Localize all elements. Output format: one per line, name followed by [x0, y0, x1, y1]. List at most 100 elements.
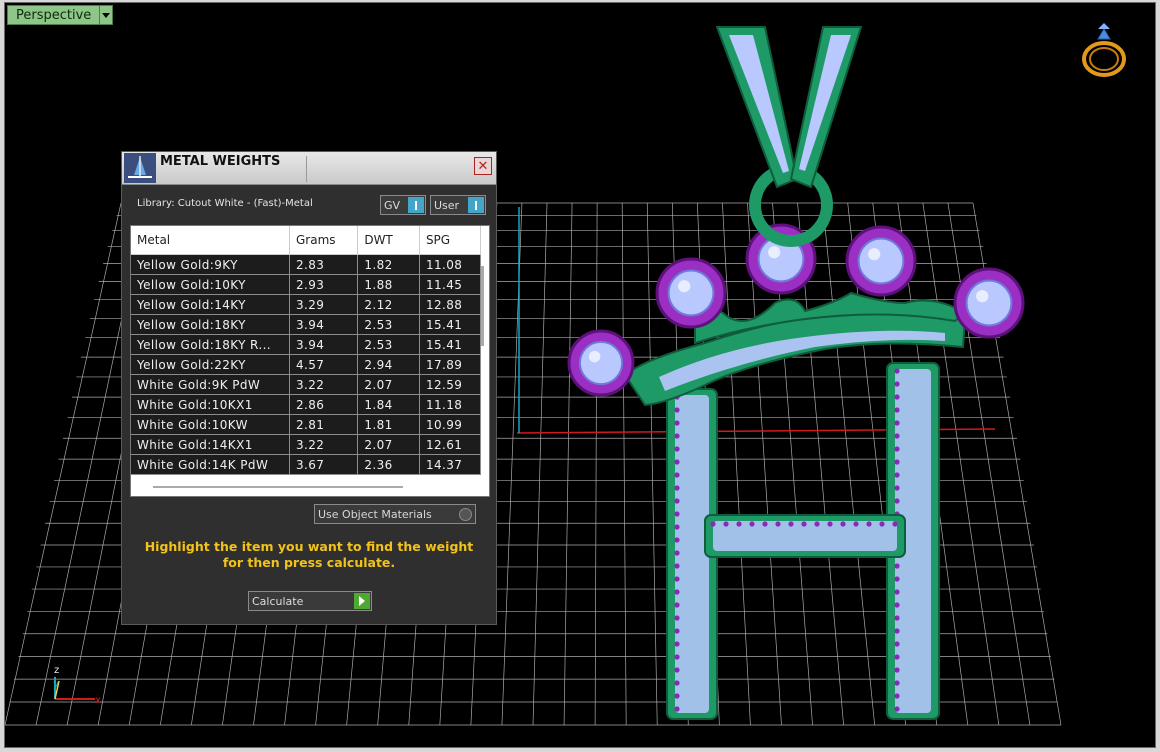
table-row[interactable]: White Gold:14K PdW 3.67 2.36 14.37 [131, 454, 482, 475]
column-header-metal[interactable]: Metal [131, 226, 290, 255]
prong [894, 576, 900, 582]
gem-highlight [768, 246, 781, 259]
calculate-button[interactable]: Calculate [248, 591, 372, 611]
prong [674, 589, 680, 595]
prong [674, 576, 680, 582]
toggle-knob-icon [408, 197, 424, 213]
prong [674, 615, 680, 621]
table-header-row: Metal Grams DWT SPG [131, 226, 482, 255]
metal-weights-table[interactable]: Metal Grams DWT SPG Yellow Gold:9KY 2.83 1… [130, 225, 490, 497]
cell-grams: 3.29 [289, 294, 359, 315]
cell-grams: 3.22 [289, 434, 359, 455]
cell-grams: 3.94 [289, 314, 359, 335]
cell-metal: White Gold:10KX1 [131, 394, 290, 415]
cell-spg: 15.41 [419, 314, 482, 335]
prong [674, 563, 680, 569]
gem-stone [667, 269, 715, 317]
cell-grams: 2.81 [289, 414, 359, 435]
prong [894, 602, 900, 608]
table-row[interactable]: White Gold:9K PdW 3.22 2.07 12.59 [131, 374, 482, 395]
prong [894, 446, 900, 452]
cell-metal: Yellow Gold:18KY R... [131, 334, 290, 355]
prong [762, 521, 768, 527]
cell-metal: White Gold:14KX1 [131, 434, 290, 455]
table-row[interactable]: Yellow Gold:14KY 3.29 2.12 12.88 [131, 294, 482, 315]
user-toggle[interactable]: User [430, 195, 486, 215]
cell-metal: Yellow Gold:9KY [131, 254, 290, 275]
column-header-spg[interactable]: SPG [419, 226, 482, 255]
prong [674, 550, 680, 556]
cell-grams: 3.67 [289, 454, 359, 475]
prong [894, 472, 900, 478]
table-row[interactable]: Yellow Gold:9KY 2.83 1.82 11.08 [131, 254, 482, 275]
cell-metal: White Gold:10KW [131, 414, 290, 435]
toggle-knob-icon [468, 197, 484, 213]
cell-metal: Yellow Gold:18KY [131, 314, 290, 335]
prong [894, 615, 900, 621]
scale-logo-icon [124, 153, 156, 183]
prong [674, 693, 680, 699]
prong [894, 641, 900, 647]
column-header-grams[interactable]: Grams [289, 226, 359, 255]
close-icon[interactable]: ✕ [474, 157, 492, 175]
prong [894, 381, 900, 387]
cell-spg: 14.37 [419, 454, 482, 475]
horizontal-scrollbar[interactable] [153, 486, 403, 488]
prong [736, 521, 742, 527]
cell-dwt: 2.07 [357, 434, 420, 455]
table-row[interactable]: White Gold:14KX1 3.22 2.07 12.61 [131, 434, 482, 455]
prong [827, 521, 833, 527]
cell-grams: 4.57 [289, 354, 359, 375]
user-toggle-label: User [434, 198, 460, 212]
prong [674, 667, 680, 673]
ring-with-diamond-icon[interactable] [1077, 19, 1131, 81]
cell-metal: White Gold:14K PdW [131, 454, 290, 475]
gem-highlight [976, 290, 989, 303]
prong [723, 521, 729, 527]
table-row[interactable]: Yellow Gold:10KY 2.93 1.88 11.45 [131, 274, 482, 295]
prong [894, 693, 900, 699]
cell-dwt: 2.53 [357, 314, 420, 335]
gem-stone [578, 340, 624, 386]
prong [674, 511, 680, 517]
title-divider [306, 156, 307, 182]
radio-icon[interactable] [459, 507, 472, 521]
cell-spg: 12.88 [419, 294, 482, 315]
prong [840, 521, 846, 527]
prong [674, 407, 680, 413]
table-row[interactable]: White Gold:10KW 2.81 1.81 10.99 [131, 414, 482, 435]
prong [894, 394, 900, 400]
cell-spg: 17.89 [419, 354, 482, 375]
viewport-name-button[interactable]: Perspective [7, 5, 101, 25]
cell-grams: 3.22 [289, 374, 359, 395]
prong [674, 433, 680, 439]
viewport-label: Perspective [7, 5, 114, 25]
chevron-down-icon [102, 12, 111, 18]
table-row[interactable]: Yellow Gold:18KY R... 3.94 2.53 15.41 [131, 334, 482, 355]
prong [674, 446, 680, 452]
cell-dwt: 1.88 [357, 274, 420, 295]
prong [894, 706, 900, 712]
prong [894, 563, 900, 569]
cell-dwt: 1.82 [357, 254, 420, 275]
perspective-viewport[interactable]: Perspective z y x METAL WEIGHTS ✕ Librar… [4, 2, 1156, 748]
gv-toggle-label: GV [384, 198, 401, 212]
cell-spg: 11.45 [419, 274, 482, 295]
table-row[interactable]: Yellow Gold:18KY 3.94 2.53 15.41 [131, 314, 482, 335]
prong [749, 521, 755, 527]
viewport-dropdown-button[interactable] [100, 5, 114, 25]
prong [814, 521, 820, 527]
prong [674, 628, 680, 634]
prong [894, 368, 900, 374]
table-row[interactable]: Yellow Gold:22KY 4.57 2.94 17.89 [131, 354, 482, 375]
column-header-dwt[interactable]: DWT [357, 226, 420, 255]
panel-title-bar[interactable]: METAL WEIGHTS ✕ [122, 152, 496, 185]
gem-highlight [678, 280, 691, 293]
gv-toggle[interactable]: GV [380, 195, 426, 215]
vertical-scrollbar[interactable] [481, 266, 484, 346]
letter-left-leg-stones [675, 395, 709, 713]
cell-grams: 2.86 [289, 394, 359, 415]
use-object-materials-option[interactable]: Use Object Materials [314, 504, 476, 524]
table-row[interactable]: White Gold:10KX1 2.86 1.84 11.18 [131, 394, 482, 415]
prong [894, 498, 900, 504]
